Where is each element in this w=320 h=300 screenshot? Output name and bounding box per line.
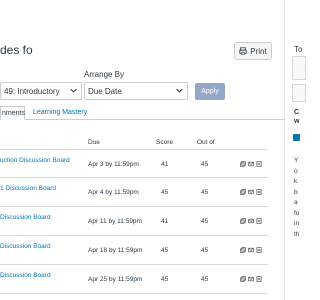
row-icons <box>240 247 262 253</box>
sidebar-text-line: in <box>294 220 300 227</box>
assignment-link[interactable]: Discussion Board <box>0 214 51 221</box>
arrange-by-select[interactable]: Due Date <box>84 82 188 100</box>
due-date: Apr 18 by 11:59pm <box>88 247 143 254</box>
course-select-value: 49: Introductory <box>4 86 60 96</box>
due-date: Apr 4 by 11:59pm <box>88 189 139 196</box>
sidebar-field[interactable] <box>292 56 306 80</box>
due-date: Apr 3 by 11:59pm <box>88 161 139 168</box>
sidebar-field-2[interactable] <box>292 84 306 102</box>
row-divider <box>0 206 268 207</box>
row-divider <box>0 264 268 265</box>
message-icon[interactable] <box>248 218 254 224</box>
score-value: 41 <box>161 218 169 225</box>
out-of-value: 45 <box>201 189 209 196</box>
sidebar-checkbox[interactable] <box>293 134 300 141</box>
score-value: 45 <box>161 276 169 283</box>
out-of-value: 45 <box>201 247 209 254</box>
row-icons <box>240 161 262 167</box>
message-icon[interactable] <box>248 276 254 282</box>
sidebar-text-line: th <box>294 230 300 238</box>
sidebar-text-line: b <box>294 188 298 196</box>
page-title: des fo <box>0 43 33 57</box>
due-date: Apr 25 by 11:59pm <box>88 276 143 283</box>
row-divider <box>0 235 268 236</box>
rubric-icon[interactable] <box>256 276 262 282</box>
row-icons <box>240 189 262 195</box>
copy-icon[interactable] <box>240 161 246 167</box>
assignment-link[interactable]: Discussion Board <box>0 272 51 279</box>
rubric-icon[interactable] <box>256 218 262 224</box>
apply-button[interactable]: Apply <box>195 83 225 100</box>
assignment-link[interactable]: Discussion Board <box>0 243 51 250</box>
sidebar-divider <box>284 0 285 300</box>
row-icons <box>240 276 262 282</box>
copy-icon[interactable] <box>240 247 246 253</box>
print-button[interactable]: Print <box>234 42 272 60</box>
chevron-down-icon <box>70 88 77 93</box>
message-icon[interactable] <box>248 247 254 253</box>
sidebar-text-line: Y <box>294 157 299 164</box>
sidebar-text-line: k <box>294 178 298 185</box>
out-of-value: 45 <box>201 276 209 283</box>
arrange-by-label: Arrange By <box>84 70 125 79</box>
rubric-icon[interactable] <box>256 189 262 195</box>
score-value: 45 <box>161 189 169 196</box>
chevron-down-icon <box>176 88 183 93</box>
row-divider <box>0 149 268 150</box>
sidebar-subheading-2: w <box>294 118 300 125</box>
row-icons <box>240 218 262 224</box>
column-header-score: Score <box>156 139 173 146</box>
printer-icon <box>239 47 247 55</box>
out-of-value: 45 <box>201 161 209 168</box>
rubric-icon[interactable] <box>256 247 262 253</box>
assignment-link[interactable]: uction Discussion Board <box>0 157 70 164</box>
sidebar-heading: To <box>294 45 303 54</box>
arrange-by-select-value: Due Date <box>88 86 122 96</box>
copy-icon[interactable] <box>240 218 246 224</box>
sidebar-text-line: fo <box>294 209 300 217</box>
row-divider <box>0 177 268 178</box>
row-divider <box>0 293 268 294</box>
tab-learning-mastery[interactable]: Learning Mastery <box>33 109 87 116</box>
message-icon[interactable] <box>248 161 254 167</box>
out-of-value: 45 <box>201 218 209 225</box>
column-header-due: Due <box>88 139 100 146</box>
print-button-label: Print <box>250 46 267 56</box>
copy-icon[interactable] <box>240 276 246 282</box>
course-select[interactable]: 49: Introductory <box>0 82 82 100</box>
tabs-divider <box>0 119 285 120</box>
score-value: 45 <box>161 247 169 254</box>
sidebar-subheading: C <box>294 109 300 116</box>
column-header-out-of: Out of <box>197 139 215 146</box>
assignment-link[interactable]: 1 Discussion Board <box>0 185 56 192</box>
message-icon[interactable] <box>248 189 254 195</box>
rubric-icon[interactable] <box>256 161 262 167</box>
score-value: 41 <box>161 161 169 168</box>
sidebar-text: Y o k b a fo in th <box>294 156 304 240</box>
copy-icon[interactable] <box>240 189 246 195</box>
sidebar-text-line: a <box>294 199 298 206</box>
tab-assignments[interactable]: nments <box>0 106 25 120</box>
sidebar-text-line: o <box>294 167 298 175</box>
due-date: Apr 11 by 11:59pm <box>88 218 142 225</box>
